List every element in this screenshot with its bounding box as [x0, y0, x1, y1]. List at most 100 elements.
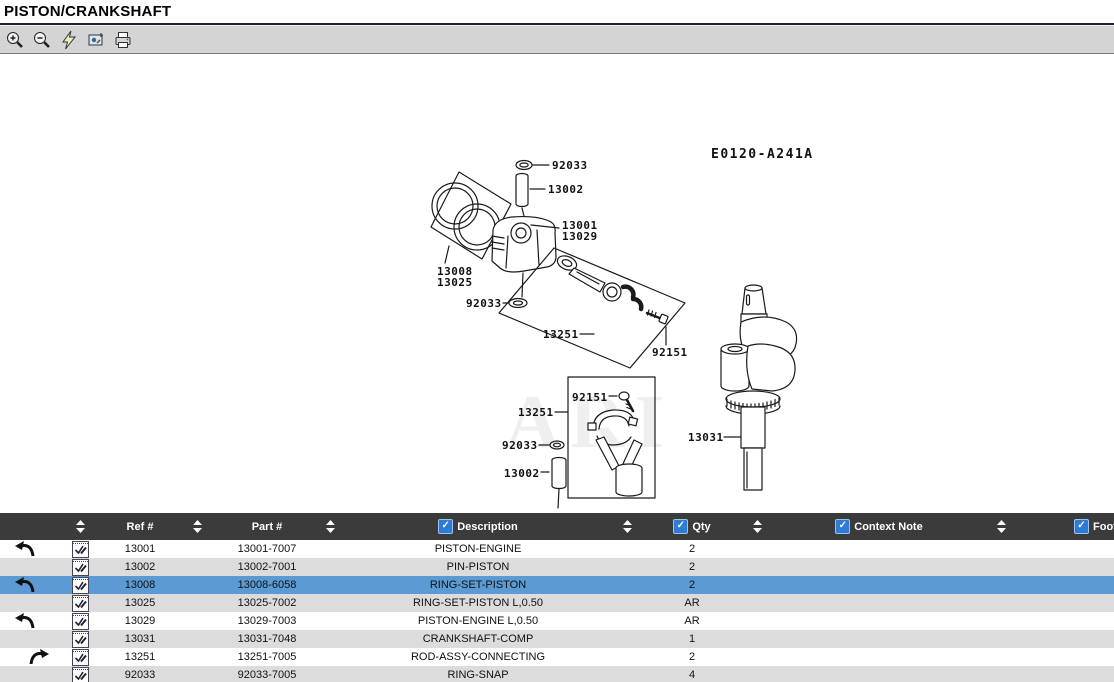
- table-row-13251[interactable]: 13251 13251-7005 ROD-ASSY-CONNECTING 2: [0, 648, 1114, 666]
- header-footnote: ✓ Foot: [1012, 519, 1114, 534]
- parts-table: Ref # Part # ✓ Description ✓ Qty ✓ Conte…: [0, 513, 1114, 682]
- assembly-link-cell: [0, 612, 60, 630]
- zoom-in-button[interactable]: [4, 29, 26, 51]
- edit-note-button[interactable]: [72, 541, 89, 558]
- description-cell: PISTON-ENGINE L,0.50: [340, 615, 616, 627]
- qty-checkbox[interactable]: ✓: [673, 519, 688, 534]
- sort-part[interactable]: [180, 520, 214, 533]
- description-cell: PISTON-ENGINE: [340, 543, 616, 555]
- back-assembly-arrow-icon[interactable]: [12, 612, 36, 630]
- callout-13031[interactable]: 13031: [688, 431, 724, 444]
- note-icon: [72, 613, 89, 630]
- edit-note-button[interactable]: [72, 631, 89, 648]
- back-assembly-arrow-icon[interactable]: [12, 576, 36, 594]
- ref-cell: 92033: [100, 669, 180, 681]
- qty-cell: AR: [638, 615, 746, 627]
- hotspots-button[interactable]: [58, 29, 80, 51]
- part-cell: 92033-7005: [214, 669, 320, 681]
- callout-13002[interactable]: 13002: [504, 467, 540, 480]
- table-row-92033[interactable]: 92033 92033-7005 RING-SNAP 4: [0, 666, 1114, 682]
- sort-icon: [753, 520, 762, 533]
- ref-cell: 13025: [100, 597, 180, 609]
- desc-checkbox[interactable]: ✓: [438, 519, 453, 534]
- note-icon: [72, 595, 89, 612]
- table-row-13002[interactable]: 13002 13002-7001 PIN-PISTON 2: [0, 558, 1114, 576]
- note-icon: [72, 667, 89, 682]
- parts-diagram: 9203313002130011302913008130259203313251…: [415, 145, 815, 513]
- callout-92151[interactable]: 92151: [572, 391, 608, 404]
- callout-13251[interactable]: 13251: [518, 406, 554, 419]
- back-assembly-arrow-icon[interactable]: [12, 540, 36, 558]
- forward-assembly-arrow-icon[interactable]: [28, 648, 52, 666]
- assembly-link-cell: [0, 576, 60, 594]
- zoom-out-button[interactable]: [31, 29, 53, 51]
- callout-92033[interactable]: 92033: [502, 439, 538, 452]
- edit-note-button[interactable]: [72, 577, 89, 594]
- edit-note-button[interactable]: [72, 559, 89, 576]
- footnote-checkbox[interactable]: ✓: [1074, 519, 1089, 534]
- sort-icon: [997, 520, 1006, 533]
- callout-92151[interactable]: 92151: [652, 346, 688, 359]
- part-cell: 13002-7001: [214, 561, 320, 573]
- qty-cell: 2: [638, 543, 746, 555]
- note-icon: [72, 559, 89, 576]
- sort-icon: [193, 520, 202, 533]
- context-checkbox[interactable]: ✓: [835, 519, 850, 534]
- note-icon: [72, 577, 89, 594]
- callout-92033[interactable]: 92033: [552, 159, 588, 172]
- sort-icon: [76, 520, 85, 533]
- sort-icon: [326, 520, 335, 533]
- zoom-in-icon: [5, 30, 25, 50]
- part-cell: 13029-7003: [214, 615, 320, 627]
- edit-note-button[interactable]: [72, 649, 89, 666]
- table-row-13031[interactable]: 13031 13031-7048 CRANKSHAFT-COMP 1: [0, 630, 1114, 648]
- page-title: PISTON/CRANKSHAFT: [4, 3, 171, 20]
- qty-cell: 2: [638, 651, 746, 663]
- ref-cell: 13001: [100, 543, 180, 555]
- table-row-13025[interactable]: 13025 13025-7002 RING-SET-PISTON L,0.50 …: [0, 594, 1114, 612]
- note-icon: [72, 649, 89, 666]
- ref-cell: 13251: [100, 651, 180, 663]
- qty-cell: 4: [638, 669, 746, 681]
- sort-footnote[interactable]: [990, 520, 1012, 533]
- header-qty: ✓ Qty: [638, 519, 746, 534]
- description-cell: PIN-PISTON: [340, 561, 616, 573]
- callout-13002[interactable]: 13002: [548, 183, 584, 196]
- diagram-canvas: ARI E0120-A241A: [0, 54, 1114, 513]
- sort-icon: [623, 520, 632, 533]
- callout-13025[interactable]: 13025: [437, 276, 473, 289]
- printer-icon: [113, 30, 133, 50]
- table-row-13008[interactable]: 13008 13008-6058 RING-SET-PISTON 2: [0, 576, 1114, 594]
- qty-cell: 2: [638, 579, 746, 591]
- table-row-13029[interactable]: 13029 13029-7003 PISTON-ENGINE L,0.50 AR: [0, 612, 1114, 630]
- part-cell: 13031-7048: [214, 633, 320, 645]
- title-bar: PISTON/CRANKSHAFT: [0, 0, 1114, 23]
- sort-ref[interactable]: [60, 520, 100, 533]
- callout-13029[interactable]: 13029: [562, 230, 598, 243]
- edit-note-button[interactable]: [72, 613, 89, 630]
- sort-qty[interactable]: [616, 520, 638, 533]
- diagram-art: [431, 161, 797, 509]
- toolbar: [0, 25, 1114, 54]
- edit-note-button[interactable]: [72, 667, 89, 682]
- sort-context[interactable]: [746, 520, 768, 533]
- callout-13251[interactable]: 13251: [543, 328, 579, 341]
- table-row-13001[interactable]: 13001 13001-7007 PISTON-ENGINE 2: [0, 540, 1114, 558]
- part-cell: 13251-7005: [214, 651, 320, 663]
- sort-desc[interactable]: [320, 520, 340, 533]
- image-map-button[interactable]: [85, 29, 107, 51]
- qty-cell: AR: [638, 597, 746, 609]
- qty-cell: 2: [638, 561, 746, 573]
- callout-92033[interactable]: 92033: [466, 297, 502, 310]
- header-desc: ✓ Description: [340, 519, 616, 534]
- note-icon: [72, 631, 89, 648]
- edit-note-button[interactable]: [72, 595, 89, 612]
- header-context: ✓ Context Note: [768, 519, 990, 534]
- print-button[interactable]: [112, 29, 134, 51]
- header-part: Part #: [214, 521, 320, 533]
- ref-cell: 13029: [100, 615, 180, 627]
- description-cell: RING-SET-PISTON: [340, 579, 616, 591]
- description-cell: RING-SET-PISTON L,0.50: [340, 597, 616, 609]
- zoom-out-icon: [32, 30, 52, 50]
- part-cell: 13008-6058: [214, 579, 320, 591]
